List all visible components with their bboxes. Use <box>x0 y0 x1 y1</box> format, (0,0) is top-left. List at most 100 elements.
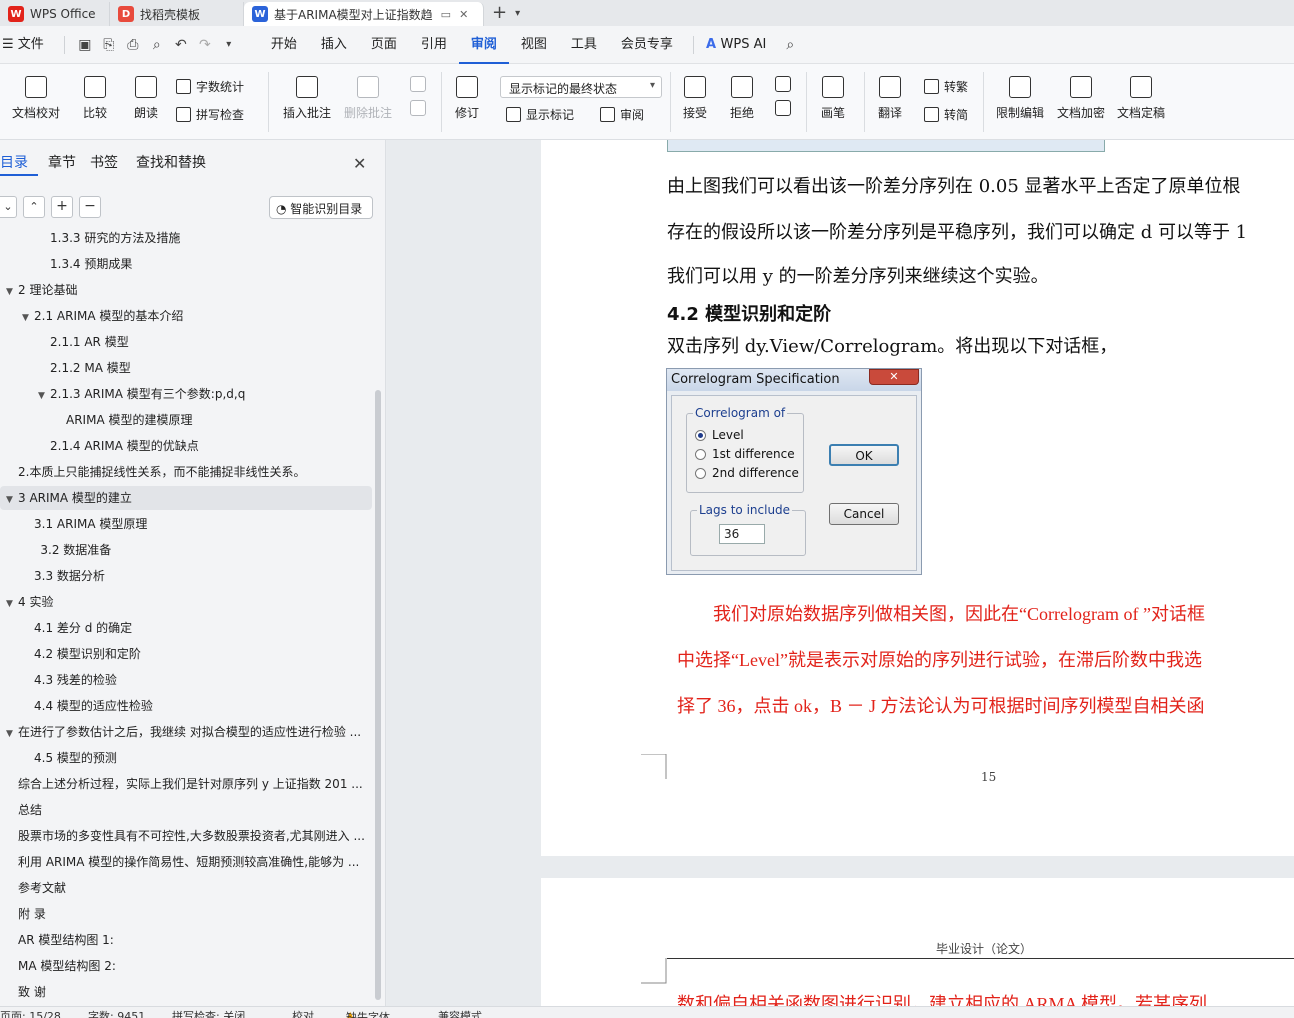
expand-arrow-icon[interactable]: ▼ <box>6 592 18 614</box>
toc-scrollbar[interactable] <box>375 390 381 1000</box>
toc-item[interactable]: 1.3.4 预期成果 <box>0 252 372 276</box>
tab-find-replace[interactable]: 查找和替换 <box>128 152 216 176</box>
menu-page[interactable]: 页面 <box>359 26 409 64</box>
toc-item[interactable]: 综合上述分析过程，实际上我们是针对原序列 y 上证指数 201 ... <box>0 772 372 796</box>
tab-bookmarks[interactable]: 书签 <box>86 152 128 176</box>
insert-comment-button[interactable]: 插入批注 <box>283 76 331 121</box>
redo-icon[interactable]: ↷ <box>193 37 217 53</box>
prev-comment-button[interactable] <box>410 76 426 122</box>
toc-item[interactable]: 3.3 数据分析 <box>0 564 372 588</box>
close-icon[interactable]: ✕ <box>459 8 468 21</box>
toc-item[interactable]: ▼ 2.1.3 ARIMA 模型有三个参数:p,d,q <box>0 382 372 406</box>
tab-toc[interactable]: 目录 <box>0 152 38 176</box>
status-page[interactable]: 页面: 15/28 <box>0 1008 61 1018</box>
toc-item[interactable]: 总结 <box>0 798 372 822</box>
undo-icon[interactable]: ↶ <box>169 37 193 53</box>
print-icon[interactable]: ⎙ <box>121 37 145 53</box>
toc-item[interactable]: 参考文献 <box>0 876 372 900</box>
revise-button[interactable]: 修订 <box>455 76 479 121</box>
tab-document[interactable]: W 基于ARIMA模型对上证指数趋 ▭ ✕ <box>244 2 484 26</box>
menu-insert[interactable]: 插入 <box>309 26 359 64</box>
menu-start[interactable]: 开始 <box>259 26 309 64</box>
tab-chapters[interactable]: 章节 <box>38 152 86 176</box>
tab-wps-office[interactable]: W WPS Office <box>0 2 110 26</box>
wps-ai-button[interactable]: A WPS AI <box>702 26 778 64</box>
status-words[interactable]: 字数: 9451 <box>88 1008 145 1018</box>
toc-item[interactable]: 4.5 模型的预测 <box>0 746 372 770</box>
toc-item[interactable]: 3.2 数据准备 <box>0 538 372 562</box>
new-tab-icon[interactable]: + <box>492 2 507 26</box>
reject-button[interactable]: 拒绝 <box>730 76 754 121</box>
minus-icon[interactable]: − <box>79 196 101 218</box>
toc-item[interactable]: MA 模型结构图 2: <box>0 954 372 978</box>
pen-button[interactable]: 画笔 <box>821 76 845 121</box>
toc-item[interactable]: ▼ 在进行了参数估计之后，我继续 对拟合模型的适应性进行检验 ... <box>0 720 372 744</box>
plus-icon[interactable]: + <box>51 196 73 218</box>
print-preview-icon[interactable]: ⌕ <box>145 37 169 53</box>
read-aloud-button[interactable]: 朗读 <box>134 76 158 121</box>
expand-arrow-icon[interactable]: ▼ <box>22 306 34 328</box>
menu-tools[interactable]: 工具 <box>559 26 609 64</box>
toc-item[interactable]: 4.4 模型的适应性检验 <box>0 694 372 718</box>
toc-item[interactable]: 4.2 模型识别和定阶 <box>0 642 372 666</box>
toc-item[interactable]: 2.1.2 MA 模型 <box>0 356 372 380</box>
compare-button[interactable]: 比较 <box>83 76 107 121</box>
save-icon[interactable]: ▣ <box>73 37 97 53</box>
delete-comment-button[interactable]: 删除批注 <box>344 76 392 121</box>
toc-item[interactable]: 致 谢 <box>0 980 372 1004</box>
smart-toc-button[interactable]: ◔ 智能识别目录 <box>269 196 373 219</box>
chevron-down-icon[interactable]: ▾ <box>217 39 241 50</box>
review-pane-button[interactable]: 审阅 <box>600 106 644 123</box>
to-simplified-button[interactable]: 转简 <box>924 106 968 123</box>
toc-item[interactable]: ▼ 2.1 ARIMA 模型的基本介绍 <box>0 304 372 328</box>
doc-finalize-button[interactable]: 文档定稿 <box>1117 76 1165 121</box>
status-spell[interactable]: 拼写检查: 关闭 <box>172 1008 245 1018</box>
show-markup-button[interactable]: 显示标记 <box>506 106 574 123</box>
toc-item[interactable]: 利用 ARIMA 模型的操作简易性、短期预测较高准确性,能够为 ... <box>0 850 372 874</box>
expand-arrow-icon[interactable]: ▼ <box>6 488 18 510</box>
spell-check-button[interactable]: 拼写检查 <box>176 106 244 123</box>
expand-arrow-icon[interactable]: ▼ <box>38 384 50 406</box>
delete-comment-icon <box>357 76 379 98</box>
export-icon[interactable]: ⎘ <box>97 37 121 53</box>
toc-item[interactable]: AR 模型结构图 1: <box>0 928 372 952</box>
chevron-down-icon[interactable]: ▾ <box>515 2 520 26</box>
toc-item[interactable]: 股票市场的多变性具有不可控性,大多数股票投资者,尤其刚进入 ... <box>0 824 372 848</box>
toc-item[interactable]: 2.1.1 AR 模型 <box>0 330 372 354</box>
toc-item[interactable]: 2.本质上只能捕捉线性关系，而不能捕捉非线性关系。 <box>0 460 372 484</box>
doc-encrypt-button[interactable]: 文档加密 <box>1057 76 1105 121</box>
file-menu[interactable]: ☰ 文件 <box>0 26 56 64</box>
tab-docer[interactable]: D 找稻壳模板 <box>110 2 244 26</box>
menu-view[interactable]: 视图 <box>509 26 559 64</box>
doc-check-button[interactable]: 文档校对 <box>12 76 60 121</box>
accept-button[interactable]: 接受 <box>683 76 707 121</box>
toc-item[interactable]: 4.1 差分 d 的确定 <box>0 616 372 640</box>
menu-reference[interactable]: 引用 <box>409 26 459 64</box>
menu-member[interactable]: 会员专享 <box>609 26 685 64</box>
word-count-button[interactable]: 字数统计 <box>176 78 244 95</box>
toc-item[interactable]: ▼ 2 理论基础 <box>0 278 372 302</box>
menu-review[interactable]: 审阅 <box>458 26 509 64</box>
toc-item[interactable]: ▼ 4 实验 <box>0 590 372 614</box>
status-proof[interactable]: 校对 <box>292 1008 314 1018</box>
toc-item[interactable]: 2.1.4 ARIMA 模型的优缺点 <box>0 434 372 458</box>
chevron-down-icon[interactable]: ⌄ <box>0 196 17 218</box>
toc-item[interactable]: ARIMA 模型的建模原理 <box>0 408 372 432</box>
markup-state-select[interactable]: 显示标记的最终状态 ▾ <box>500 76 662 98</box>
radio-first-diff: 1st difference <box>695 447 795 461</box>
expand-arrow-icon[interactable]: ▼ <box>6 722 18 744</box>
prev-change-button[interactable] <box>775 76 791 122</box>
toc-item[interactable]: ▼ 3 ARIMA 模型的建立 <box>0 486 372 510</box>
chevron-up-icon[interactable]: ⌃ <box>23 196 45 218</box>
toc-item[interactable]: 1.3.3 研究的方法及措施 <box>0 228 372 250</box>
close-icon[interactable]: ✕ <box>353 154 366 173</box>
toc-item[interactable]: 3.1 ARIMA 模型原理 <box>0 512 372 536</box>
search-icon[interactable]: ⌕ <box>778 37 802 53</box>
translate-button[interactable]: 翻译 <box>878 76 902 121</box>
toc-item[interactable]: 附 录 <box>0 902 372 926</box>
toc-item[interactable]: 4.3 残差的检验 <box>0 668 372 692</box>
monitor-icon[interactable]: ▭ <box>441 8 451 21</box>
to-traditional-button[interactable]: 转繁 <box>924 78 968 95</box>
restrict-edit-button[interactable]: 限制编辑 <box>996 76 1044 121</box>
expand-arrow-icon[interactable]: ▼ <box>6 280 18 302</box>
